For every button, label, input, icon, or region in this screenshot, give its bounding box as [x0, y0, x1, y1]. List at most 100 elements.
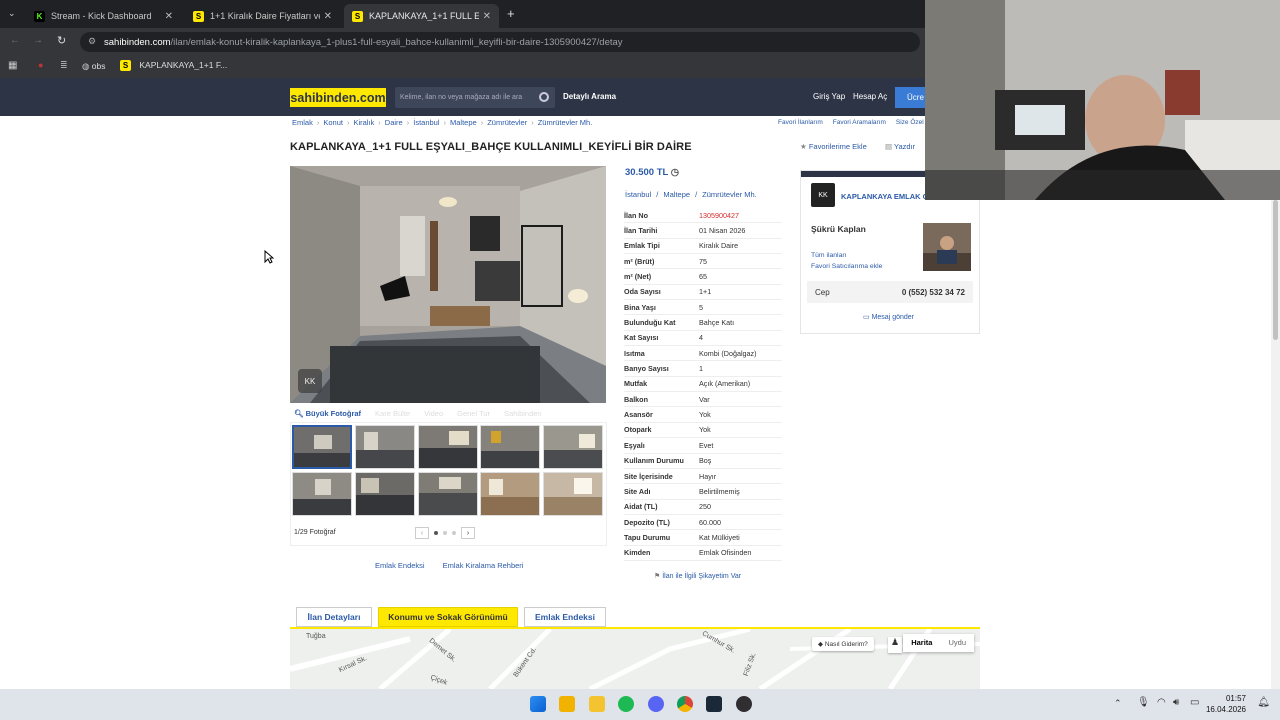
breadcrumb-item[interactable]: Kiralık	[353, 118, 374, 127]
bookmark-obs[interactable]: ◍ obs	[82, 61, 106, 72]
print-button[interactable]: ▤ Yazdır	[885, 142, 915, 151]
steam-icon[interactable]	[706, 696, 722, 712]
close-tab-icon[interactable]: ✕	[165, 11, 173, 22]
location-city[interactable]: İstanbul	[625, 190, 651, 199]
photo-thumbnail[interactable]	[480, 472, 540, 516]
address-bar[interactable]: ⚙ sahibinden.com/ilan/emlak-konut-kirali…	[80, 32, 920, 52]
map[interactable]: Kırsal Sk. Demet Sk. Çiçek Bükent Cd. Cu…	[290, 629, 980, 689]
page-dot[interactable]	[443, 531, 447, 535]
site-info-icon[interactable]: ⚙	[88, 36, 96, 47]
photo-thumbnail[interactable]	[418, 472, 478, 516]
reading-list-icon[interactable]: ≣	[60, 60, 68, 71]
tab-location-street-view[interactable]: Konumu ve Sokak Görünümü	[378, 607, 518, 627]
login-link[interactable]: Giriş Yap	[813, 92, 845, 101]
store-logo[interactable]: KK	[811, 183, 835, 207]
photo-thumbnail[interactable]	[355, 472, 415, 516]
photo-thumbnail[interactable]	[480, 425, 540, 469]
back-arrow-icon[interactable]: ←	[10, 35, 20, 46]
send-message-button[interactable]: ▭ Mesaj gönder	[863, 313, 914, 321]
street-view-pegman-icon[interactable]: ♟	[888, 637, 902, 653]
complaint-link[interactable]: ⚑ İlan ile İlgili Şikayetim Var	[654, 572, 741, 580]
favorite-seller-link[interactable]: Favori Satıcılarıma ekle	[811, 263, 882, 270]
taskbar-clock[interactable]: 01:57 16.04.2026	[1206, 693, 1246, 715]
location-neighborhood[interactable]: Zümrütevler Mh.	[702, 190, 757, 199]
favorite-searches-link[interactable]: Favori Aramalarım	[833, 119, 886, 126]
big-photo-button[interactable]: 🔍︎ Büyük Fotoğraf	[294, 409, 361, 418]
wifi-icon[interactable]: ◠	[1157, 697, 1166, 708]
obs-icon[interactable]	[736, 696, 752, 712]
page-dot[interactable]	[452, 531, 456, 535]
photo-thumbnail[interactable]	[543, 472, 603, 516]
forward-arrow-icon[interactable]: →	[33, 35, 43, 46]
photo-thumbnail[interactable]	[292, 425, 352, 469]
bookmark-listing[interactable]: S KAPLANKAYA_1+1 F...	[120, 60, 227, 71]
apps-grid-icon[interactable]: ▦	[8, 60, 17, 71]
favorite-listings-link[interactable]: Favori İlanlarım	[778, 119, 823, 126]
breadcrumb-item[interactable]: Maltepe	[450, 118, 477, 127]
battery-icon[interactable]: ▭	[1190, 697, 1199, 708]
photo-tool-button[interactable]: Kare Bülte	[375, 409, 410, 418]
special-for-you-link[interactable]: Size Özel	[896, 119, 924, 126]
discord-icon[interactable]	[648, 696, 664, 712]
notification-icon[interactable]: 🔔︎	[1257, 697, 1270, 708]
bookmark-folder-icon[interactable]: ●	[38, 60, 43, 70]
breadcrumb-item[interactable]: Konut	[323, 118, 343, 127]
map-mode-map[interactable]: Harita	[903, 634, 940, 652]
free-ad-button[interactable]: Ücre	[895, 87, 925, 108]
browser-tab[interactable]: K Stream - Kick Dashboard ✕	[26, 4, 181, 28]
breadcrumb-item[interactable]: Zümrütevler	[487, 118, 527, 127]
advanced-search-link[interactable]: Detaylı Arama	[563, 92, 616, 101]
breadcrumb-item[interactable]: İstanbul	[413, 118, 439, 127]
main-photo[interactable]: KK	[290, 166, 606, 403]
tab-list-chevron-icon[interactable]: ⌄	[8, 8, 16, 19]
thumbnail-image	[356, 426, 414, 468]
close-tab-icon[interactable]: ✕	[324, 11, 332, 22]
directions-button[interactable]: ◆ Nasıl Giderim?	[812, 637, 874, 651]
chrome-icon[interactable]	[677, 696, 693, 712]
search-input[interactable]: Kelime, ilan no veya mağaza adı ile ara	[395, 87, 555, 108]
next-page-icon[interactable]: ›	[461, 527, 475, 539]
price-history-icon[interactable]: ◷	[671, 167, 679, 178]
photo-thumbnail[interactable]	[355, 425, 415, 469]
prev-page-icon[interactable]: ‹	[415, 527, 429, 539]
page-dot[interactable]	[434, 531, 438, 535]
search-icon[interactable]	[539, 92, 549, 102]
phone-number[interactable]: 0 (552) 532 34 72	[902, 288, 965, 297]
tray-chevron-icon[interactable]: ⌃	[1114, 698, 1122, 709]
photo-thumbnail[interactable]	[543, 425, 603, 469]
browser-tab[interactable]: S 1+1 Kiralık Daire Fiyatları ve Ki ✕	[185, 4, 340, 28]
all-listings-link[interactable]: Tüm ilanları	[811, 252, 847, 259]
photo-tool-button[interactable]: Video	[424, 409, 443, 418]
real-estate-index-link[interactable]: Emlak Endeksi	[375, 561, 425, 570]
url-path: /ilan/emlak-konut-kiralik-kaplankaya_1-p…	[170, 36, 623, 48]
rental-guide-link[interactable]: Emlak Kiralama Rehberi	[443, 561, 524, 570]
photo-tool-button[interactable]: Genel Tur	[457, 409, 490, 418]
tab-real-estate-index[interactable]: Emlak Endeksi	[524, 607, 606, 627]
photo-thumbnail[interactable]	[292, 472, 352, 516]
breadcrumb-item[interactable]: Emlak	[292, 118, 313, 127]
breadcrumb-item[interactable]: Daire	[385, 118, 403, 127]
add-favorite-button[interactable]: ★ Favorilerime Ekle	[800, 142, 867, 151]
browser-tab-active[interactable]: S KAPLANKAYA_1+1 FULL EŞYALI ✕	[344, 4, 499, 28]
map-mode-satellite[interactable]: Uydu	[940, 634, 974, 652]
register-link[interactable]: Hesap Aç	[853, 92, 887, 101]
photo-tool-button[interactable]: Sahibinden	[504, 409, 542, 418]
breadcrumb-item[interactable]: Zümrütevler Mh.	[538, 118, 593, 127]
reload-icon[interactable]: ↻	[57, 34, 66, 47]
page-scrollbar[interactable]	[1271, 200, 1280, 689]
new-tab-button[interactable]: +	[507, 6, 515, 21]
close-tab-icon[interactable]: ✕	[483, 11, 491, 22]
scrollbar-thumb[interactable]	[1273, 200, 1278, 340]
site-logo[interactable]: sahibinden.com	[290, 88, 386, 107]
sahibinden-favicon-icon: S	[193, 10, 204, 22]
tab-listing-details[interactable]: İlan Detayları	[296, 607, 372, 627]
store-icon[interactable]	[559, 696, 575, 712]
photo-thumbnail[interactable]	[418, 425, 478, 469]
file-explorer-icon[interactable]	[589, 696, 605, 712]
info-key: Kullanım Durumu	[624, 456, 684, 466]
volume-icon[interactable]: 🔊︎	[1173, 697, 1179, 708]
microphone-icon[interactable]: 🎙︎	[1137, 697, 1150, 708]
location-district[interactable]: Maltepe	[663, 190, 690, 199]
windows-start-icon[interactable]	[530, 696, 546, 712]
spotify-icon[interactable]	[618, 696, 634, 712]
